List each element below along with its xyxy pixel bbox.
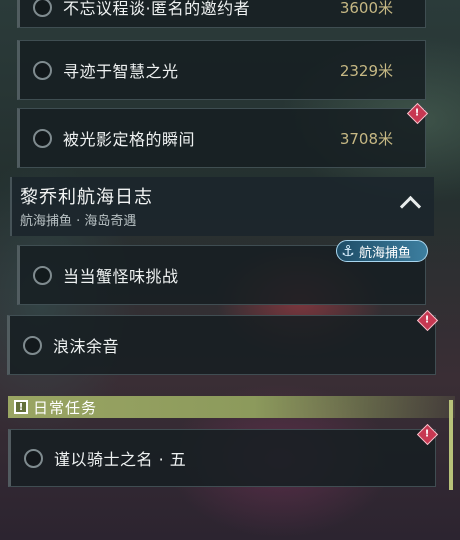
quest-card-knight-name[interactable]: 谨以骑士之名 · 五 <box>8 429 436 487</box>
section-title: 日常任务 <box>33 398 98 417</box>
quest-card-foam-echo[interactable]: 浪沫余音 <box>7 315 436 375</box>
quest-name: 浪沫余音 <box>53 337 120 356</box>
chevron-up-icon[interactable] <box>399 195 422 218</box>
quest-radio[interactable] <box>23 335 42 355</box>
quest-name: 不忘议程谈·匿名的邀约者 <box>63 0 251 18</box>
daily-quest-section-header[interactable]: ! 日常任务 <box>8 396 455 418</box>
quest-radio[interactable] <box>33 0 52 17</box>
quest-name: 被光影定格的瞬间 <box>63 130 196 149</box>
tag-label: 航海捕鱼 <box>359 245 412 261</box>
quest-radio[interactable] <box>24 448 43 468</box>
anchor-icon: ⚓ <box>341 242 355 260</box>
section-accent-bar <box>449 400 453 490</box>
quest-card-light-moment[interactable]: 被光影定格的瞬间 3708米 <box>17 108 426 168</box>
quest-distance: 2329米 <box>339 61 393 80</box>
quest-radio[interactable] <box>33 128 52 148</box>
quest-board-icon: ! <box>14 400 28 414</box>
quest-radio[interactable] <box>33 265 52 285</box>
quest-card-wisdom-light[interactable]: 寻迹于智慧之光 2329米 <box>17 40 426 100</box>
quest-name: 寻迹于智慧之光 <box>63 62 179 81</box>
quest-distance: 3708米 <box>339 129 393 148</box>
fishing-tag-badge: ⚓ 航海捕鱼 <box>336 240 428 262</box>
group-subtitle: 航海捕鱼 · 海岛奇遇 <box>20 214 137 229</box>
quest-card-anonymous-inviter[interactable]: 不忘议程谈·匿名的邀约者 3600米 <box>17 0 426 28</box>
quest-name: 当当蟹怪味挑战 <box>63 267 179 286</box>
quest-name: 谨以骑士之名 · 五 <box>54 450 187 469</box>
quest-distance: 3600米 <box>339 0 393 17</box>
group-title: 黎乔利航海日志 <box>20 187 153 208</box>
quest-group-header[interactable]: 黎乔利航海日志 航海捕鱼 · 海岛奇遇 <box>10 177 434 236</box>
quest-radio[interactable] <box>33 60 52 80</box>
